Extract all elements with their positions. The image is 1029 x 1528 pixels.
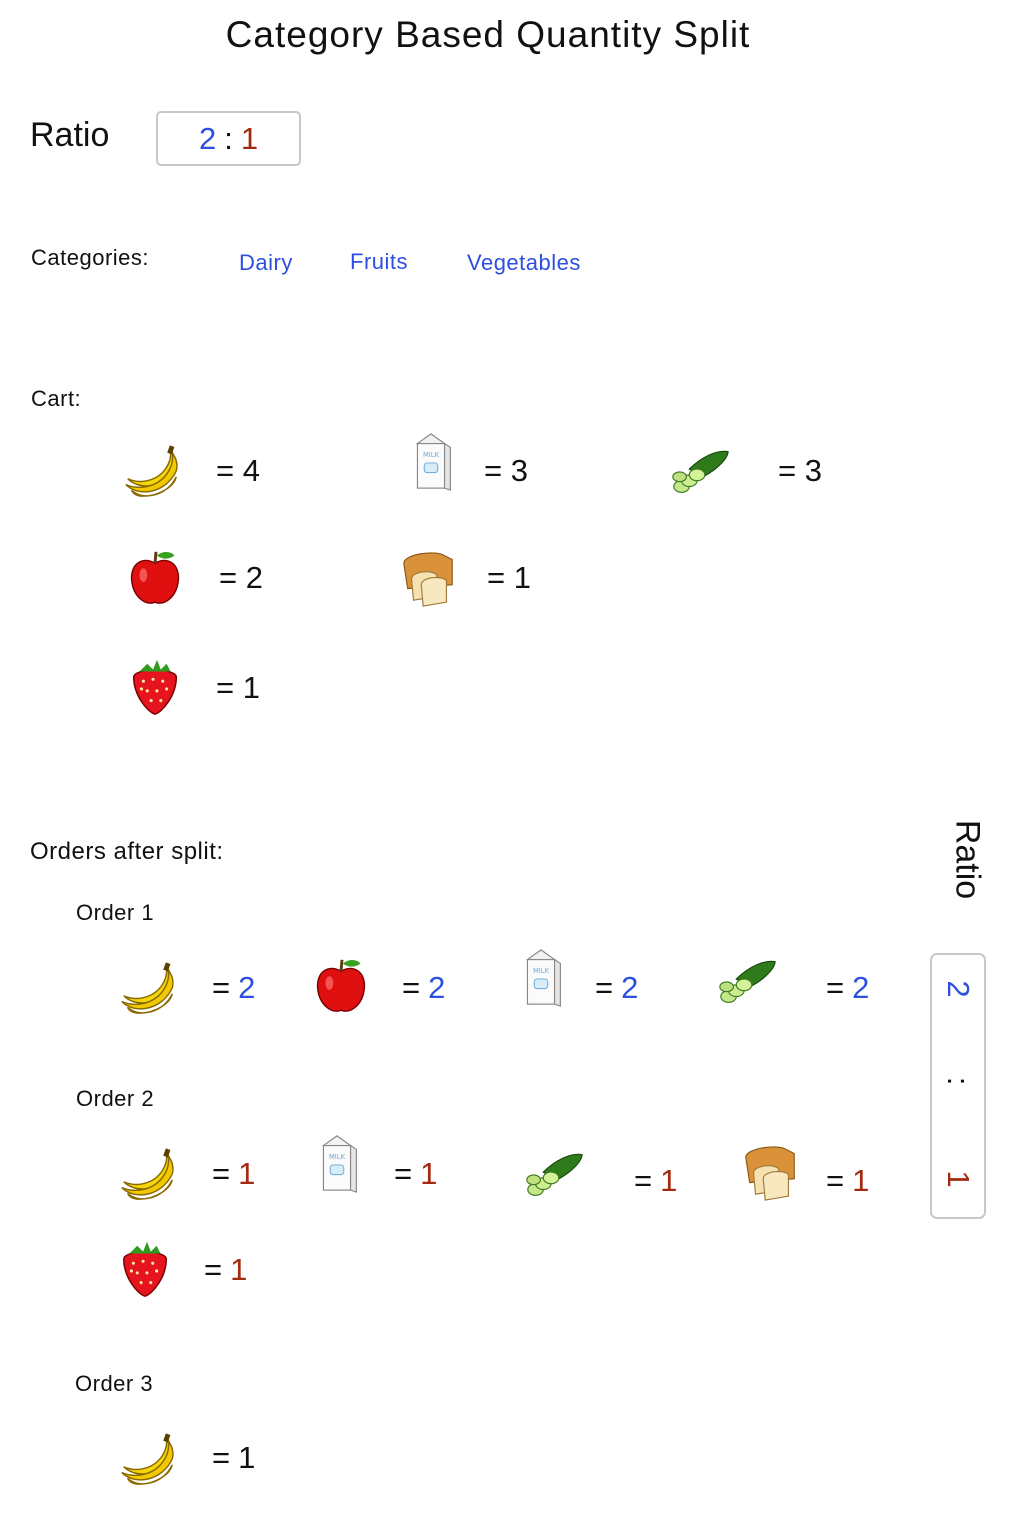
side-ratio-label: Ratio [948, 819, 987, 900]
banana-icon [116, 1143, 178, 1205]
cart-apple-qty: = 2 [219, 560, 263, 595]
bread-icon [740, 1140, 802, 1202]
ratio-separator: : [224, 120, 233, 156]
cart-milk-qty: = 3 [484, 453, 528, 488]
category-link-vegetables[interactable]: Vegetables [467, 250, 581, 276]
order-2-title: Order 2 [76, 1086, 155, 1111]
order-1-banana-qty: = 2 [212, 970, 256, 1005]
cucumber-icon [715, 950, 777, 1012]
ratio-box[interactable]: 2 : 1 [156, 111, 301, 166]
order-2-milk-qty: = 1 [394, 1156, 438, 1191]
strawberry-icon [114, 1238, 176, 1300]
order-2-strawberry-qty: = 1 [204, 1252, 248, 1287]
cart-label: Cart: [31, 386, 82, 411]
cart-bread-qty: = 1 [487, 560, 531, 595]
side-ratio-bottom-value: 1 [941, 1170, 976, 1188]
ratio-left-value: 2 [198, 120, 217, 156]
order-1-apple-qty: = 2 [402, 970, 446, 1005]
order-3-banana-qty: = 1 [212, 1440, 256, 1475]
cart-strawberry-qty: = 1 [216, 670, 260, 705]
cucumber-icon [522, 1143, 584, 1205]
cucumber-icon [668, 440, 730, 502]
milk-carton-icon [510, 946, 572, 1008]
side-ratio-separator: : [941, 1076, 976, 1086]
milk-carton-icon [306, 1132, 368, 1194]
order-2-bread-qty: = 1 [826, 1163, 870, 1198]
order-1-title: Order 1 [76, 900, 155, 925]
banana-icon [116, 957, 178, 1019]
categories-label: Categories: [31, 245, 150, 270]
milk-carton-icon [400, 430, 462, 492]
order-1-cucumber-qty: = 2 [826, 970, 870, 1005]
cart-cucumber-qty: = 3 [778, 453, 822, 488]
page-title: Category Based Quantity Split [225, 14, 751, 55]
apple-icon [310, 954, 372, 1016]
order-2-banana-qty: = 1 [212, 1156, 256, 1191]
orders-label: Orders after split: [30, 838, 224, 865]
category-link-fruits[interactable]: Fruits [350, 249, 408, 275]
ratio-label: Ratio [30, 116, 110, 154]
banana-icon [116, 1428, 178, 1490]
side-ratio-box[interactable]: 2 : 1 [930, 953, 986, 1219]
order-2-cucumber-qty: = 1 [634, 1163, 678, 1198]
side-ratio-top-value: 2 [941, 980, 976, 998]
ratio-right-value: 1 [240, 120, 259, 156]
order-3-title: Order 3 [75, 1371, 154, 1396]
bread-icon [398, 546, 460, 608]
category-link-dairy[interactable]: Dairy [239, 250, 293, 276]
strawberry-icon [124, 656, 186, 718]
order-1-milk-qty: = 2 [595, 970, 639, 1005]
banana-icon [120, 440, 182, 502]
cart-banana-qty: = 4 [216, 453, 260, 488]
apple-icon [124, 546, 186, 608]
